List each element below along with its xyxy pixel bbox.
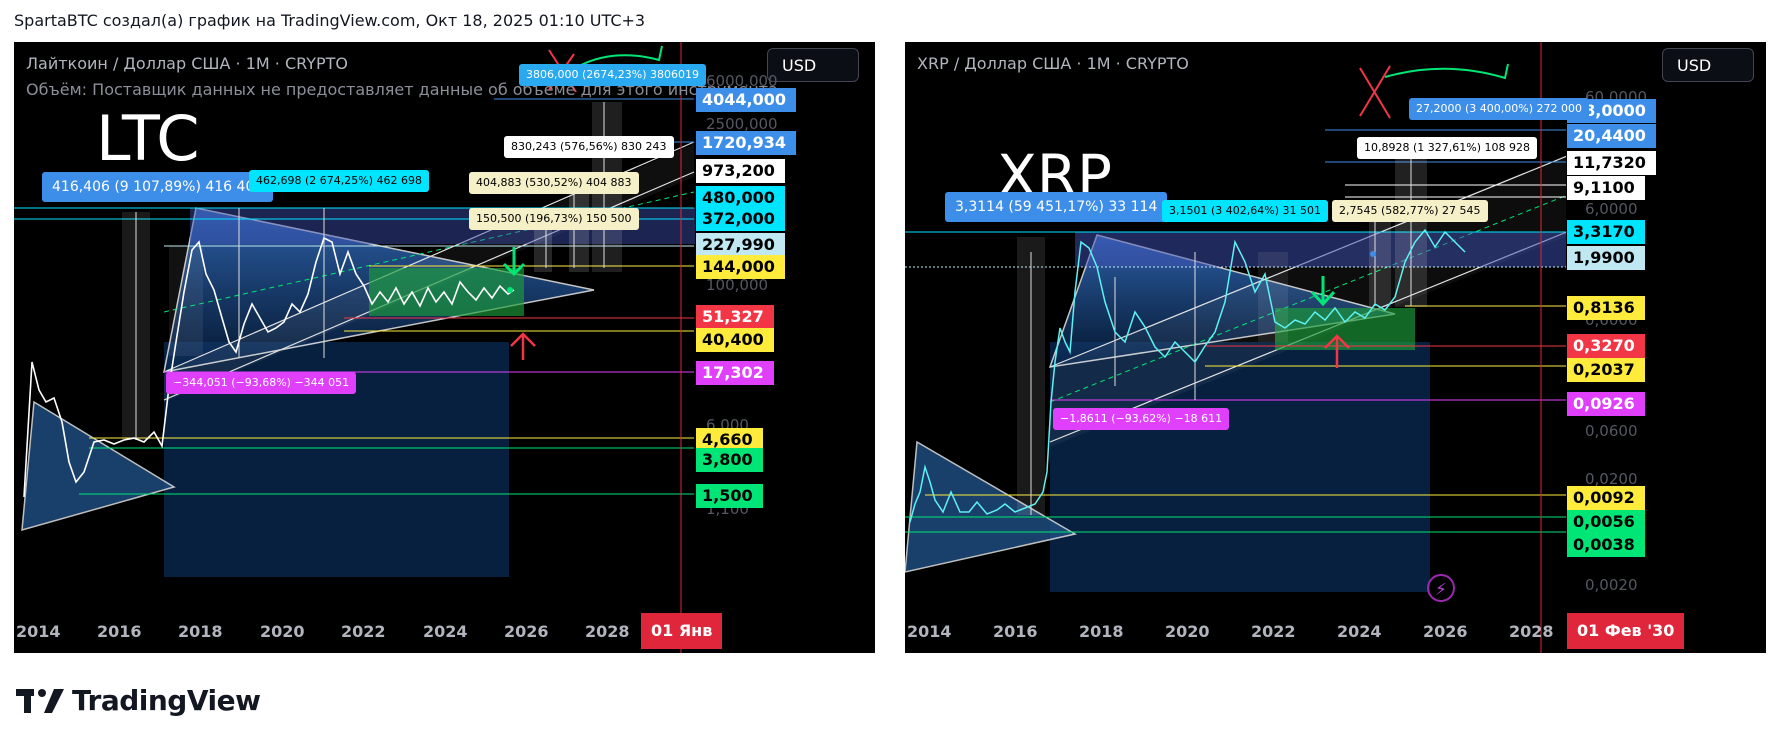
ltc-price-tag: 40,400 bbox=[696, 328, 774, 352]
red-arrow-up-icon bbox=[510, 332, 536, 360]
xrp-year-label: 2024 bbox=[1337, 622, 1382, 641]
xrp-price-tag: 9,1100 bbox=[1567, 176, 1645, 200]
early-triangle bbox=[905, 440, 1078, 573]
ltc-year-label: 2028 bbox=[585, 622, 630, 641]
xrp-symbol-title[interactable]: XRP / Доллар США · 1M · CRYPTO bbox=[917, 54, 1189, 73]
ltc-year-label: 2016 bbox=[97, 622, 142, 641]
tradingview-logo-icon bbox=[16, 688, 64, 713]
xrp-measure-badge: 3,1501 (3 402,64%) 31 501 bbox=[1162, 200, 1328, 222]
xrp-year-label: 2026 bbox=[1423, 622, 1468, 641]
xrp-currency-button[interactable]: USD bbox=[1662, 48, 1754, 82]
xrp-measure-badge: 3,3114 (59 451,17%) 33 114 bbox=[945, 192, 1168, 222]
tradingview-logo[interactable]: TradingView bbox=[16, 684, 261, 717]
xrp-price-tag: 0,2037 bbox=[1567, 358, 1645, 382]
xrp-measure-badge: −1,8611 (−93,62%) −18 611 bbox=[1053, 408, 1230, 430]
ltc-symbol-title[interactable]: Лайткоин / Доллар США · 1M · CRYPTO bbox=[26, 54, 348, 73]
xrp-year-label: 2022 bbox=[1251, 622, 1296, 641]
ltc-year-label: 2022 bbox=[341, 622, 386, 641]
ltc-price-tag: 227,990 bbox=[696, 233, 785, 257]
xrp-axis-tick: 0,0020 bbox=[1585, 576, 1638, 594]
xrp-price-tag: 0,3270 bbox=[1567, 334, 1645, 358]
xrp-measure-badge: 10,8928 (1 327,61%) 108 928 bbox=[1357, 137, 1537, 159]
xrp-price-tag: 0,0038 bbox=[1567, 533, 1645, 557]
xrp-axis-tick: 0,0600 bbox=[1585, 422, 1638, 440]
xrp-measure-badge: 27,2000 (3 400,00%) 272 000 bbox=[1409, 98, 1589, 120]
green-underline-mark bbox=[1384, 63, 1509, 80]
ltc-measure-badge: 150,500 (196,73%) 150 500 bbox=[469, 208, 639, 230]
green-underline-mark bbox=[578, 45, 663, 67]
xrp-price-tag: 0,0926 bbox=[1567, 392, 1645, 416]
ltc-measure-badge: 462,698 (2 674,25%) 462 698 bbox=[249, 170, 429, 192]
ltc-price-tag: 1720,934 bbox=[696, 131, 797, 155]
ltc-price-tag: 973,200 bbox=[696, 159, 785, 183]
ltc-big-label: LTC bbox=[96, 102, 200, 175]
ltc-measure-badge: 416,406 (9 107,89%) 416 406 bbox=[42, 172, 274, 202]
ltc-price-tag: 51,327 bbox=[696, 305, 774, 329]
accumulation-box bbox=[369, 268, 524, 316]
ltc-price-tag: 144,000 bbox=[696, 255, 785, 279]
page-header-attribution: SpartaBTC создал(а) график на TradingVie… bbox=[14, 11, 646, 30]
xrp-price-tag: 1,9900 bbox=[1567, 246, 1645, 270]
xrp-year-label: 2018 bbox=[1079, 622, 1124, 641]
ltc-year-label: 2020 bbox=[260, 622, 305, 641]
ltc-year-label: 2026 bbox=[504, 622, 549, 641]
ltc-year-label: 2014 bbox=[16, 622, 61, 641]
ltc-price-tag: 3,800 bbox=[696, 448, 763, 472]
xrp-price-tag: 3,3170 bbox=[1567, 220, 1645, 244]
ltc-price-tag: 1,500 bbox=[696, 484, 763, 508]
ltc-measure-badge: 830,243 (576,56%) 830 243 bbox=[504, 136, 674, 158]
xrp-price-tag: 0,0056 bbox=[1567, 510, 1645, 534]
ltc-chart-panel[interactable]: Лайткоин / Доллар США · 1M · CRYPTO Объё… bbox=[14, 42, 875, 653]
xrp-measure-badge: 2,7545 (582,77%) 27 545 bbox=[1332, 200, 1488, 222]
xrp-axis-tick: 6,0000 bbox=[1585, 200, 1638, 218]
xrp-price-tag: 0,0092 bbox=[1567, 486, 1645, 510]
ltc-price-tag: 17,302 bbox=[696, 361, 774, 385]
xrp-chart-panel[interactable]: XRP / Доллар США · 1M · CRYPTO XRP USD 6… bbox=[905, 42, 1766, 653]
ltc-measure-badge: 3806,000 (2674,23%) 3806019 bbox=[519, 64, 706, 86]
xrp-year-label: 2014 bbox=[907, 622, 952, 641]
ltc-year-label: 2018 bbox=[178, 622, 223, 641]
xrp-year-label: 2016 bbox=[993, 622, 1038, 641]
red-cross-mark-icon bbox=[1359, 65, 1391, 119]
early-triangle bbox=[21, 400, 176, 532]
xrp-date-marker: 01 Фев '30 bbox=[1567, 613, 1685, 649]
lightning-icon[interactable]: ⚡ bbox=[1427, 574, 1455, 602]
xrp-year-label: 2028 bbox=[1509, 622, 1554, 641]
ltc-year-label: 2024 bbox=[423, 622, 468, 641]
ltc-price-tag: 4044,000 bbox=[696, 88, 797, 112]
ltc-price-tag: 372,000 bbox=[696, 207, 785, 231]
xrp-price-tag: 0,8136 bbox=[1567, 296, 1645, 320]
xrp-price-tag: 20,4400 bbox=[1567, 124, 1656, 148]
xrp-year-label: 2020 bbox=[1165, 622, 1210, 641]
ltc-measure-badge: 404,883 (530,52%) 404 883 bbox=[469, 172, 639, 194]
xrp-price-tag: 11,7320 bbox=[1567, 151, 1656, 175]
ltc-date-marker: 01 Янв bbox=[641, 613, 723, 649]
ltc-measure-badge: −344,051 (−93,68%) −344 051 bbox=[166, 372, 357, 394]
ltc-currency-button[interactable]: USD bbox=[767, 48, 859, 82]
tradingview-brand-text: TradingView bbox=[72, 684, 261, 717]
